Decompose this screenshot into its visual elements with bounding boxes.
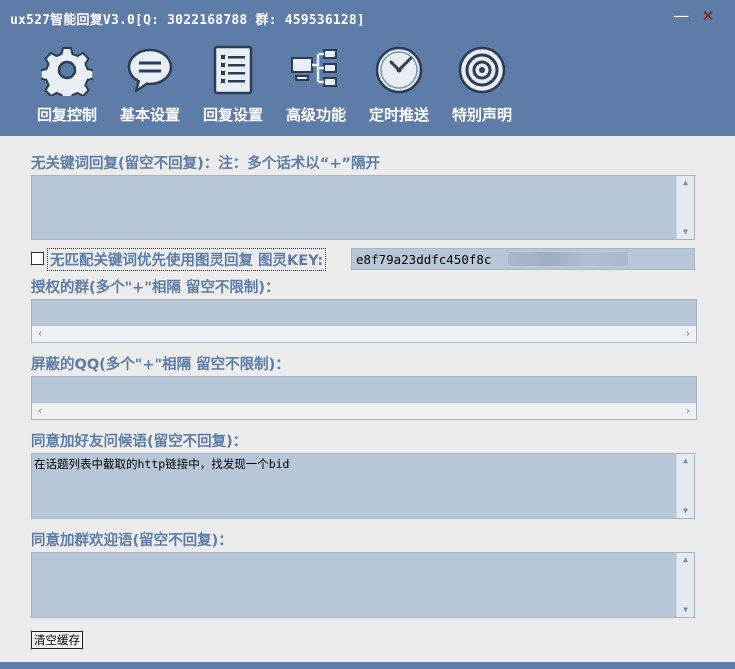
- irrelevant-reply-label: 无关键词回复(留空不回复)：注：多个话术以“+”隔开: [31, 156, 380, 172]
- friend-greeting-label: 同意加好友问候语(留空不回复)：: [31, 434, 248, 450]
- toolbar-item-disclaimer[interactable]: 特别声明: [443, 44, 521, 128]
- list-icon: [213, 45, 253, 95]
- vertical-scrollbar[interactable]: ▲ ▼: [676, 553, 694, 617]
- scroll-left-icon[interactable]: ‹: [32, 327, 48, 342]
- toolbar-label: 特别声明: [451, 106, 512, 124]
- toolbar-label: 回复设置: [202, 106, 263, 124]
- window-title: ux527智能回复V3.0[Q: 3022168788 群: 459536128…: [10, 13, 365, 28]
- vertical-scrollbar[interactable]: ▲ ▼: [676, 176, 694, 239]
- friend-greeting-textarea[interactable]: 在话题列表中截取的http链接中，找发现一个bid ▲ ▼: [31, 453, 695, 519]
- scroll-down-icon[interactable]: ▼: [677, 603, 694, 617]
- scroll-up-icon[interactable]: ▲: [677, 553, 694, 567]
- minimize-button[interactable]: —: [667, 3, 695, 29]
- tuling-checkbox-label[interactable]: 无匹配关键词优先使用图灵回复 图灵KEY:: [47, 248, 327, 271]
- horizontal-scrollbar[interactable]: ‹ ›: [32, 327, 696, 342]
- scroll-right-icon[interactable]: ›: [680, 404, 696, 419]
- blocked-qq-label: 屏蔽的QQ(多个"+"相隔 留空不限制)：: [31, 357, 290, 373]
- scroll-right-icon[interactable]: ›: [680, 327, 696, 342]
- toolbar-label: 定时推送: [368, 106, 429, 124]
- toolbar-item-reply-settings[interactable]: 回复设置: [194, 44, 272, 128]
- scroll-left-icon[interactable]: ‹: [32, 404, 48, 419]
- vertical-scrollbar[interactable]: ▲ ▼: [676, 454, 694, 518]
- group-welcome-textarea[interactable]: ▲ ▼: [31, 552, 695, 618]
- target-icon: [458, 46, 506, 94]
- scroll-down-icon[interactable]: ▼: [677, 225, 694, 239]
- toolbar-item-basic-settings[interactable]: 基本设置: [111, 44, 189, 128]
- chat-icon: [127, 48, 173, 93]
- gear-icon: [41, 47, 93, 96]
- app-header: ux527智能回复V3.0[Q: 3022168788 群: 459536128…: [0, 0, 735, 136]
- group-welcome-label: 同意加群欢迎语(留空不回复)：: [31, 533, 233, 549]
- authorized-groups-label: 授权的群(多个"+"相隔 留空不限制)：: [31, 280, 280, 296]
- network-icon: [291, 49, 337, 87]
- close-button[interactable]: ✕: [694, 3, 722, 29]
- toolbar-item-advanced[interactable]: 高级功能: [277, 44, 355, 128]
- scroll-down-icon[interactable]: ▼: [677, 504, 694, 518]
- authorized-groups-input[interactable]: ‹ ›: [31, 299, 697, 343]
- clear-cache-button[interactable]: 清空缓存: [31, 631, 83, 649]
- toolbar-item-reply-control[interactable]: 回复控制: [28, 44, 106, 128]
- friend-greeting-text: 在话题列表中截取的http链接中，找发现一个bid: [34, 457, 290, 471]
- scroll-up-icon[interactable]: ▲: [677, 454, 694, 468]
- toolbar-label: 基本设置: [119, 106, 180, 124]
- toolbar-label: 高级功能: [285, 106, 346, 124]
- toolbar-label: 回复控制: [36, 106, 97, 124]
- tuling-checkbox[interactable]: [31, 252, 44, 265]
- irrelevant-reply-textarea[interactable]: ▲ ▼: [31, 175, 695, 240]
- clock-icon: [375, 46, 423, 94]
- bottom-bar: [0, 662, 735, 669]
- horizontal-scrollbar[interactable]: ‹ ›: [32, 404, 696, 419]
- tuling-key-input[interactable]: e8f79a23ddfc450f8c: [351, 248, 695, 270]
- tuling-key-text: e8f79a23ddfc450f8c: [356, 252, 492, 267]
- blocked-qq-input[interactable]: ‹ ›: [31, 376, 697, 420]
- redacted-key-blur: [508, 252, 628, 266]
- toolbar-item-scheduled-push[interactable]: 定时推送: [360, 44, 438, 128]
- scroll-up-icon[interactable]: ▲: [677, 176, 694, 190]
